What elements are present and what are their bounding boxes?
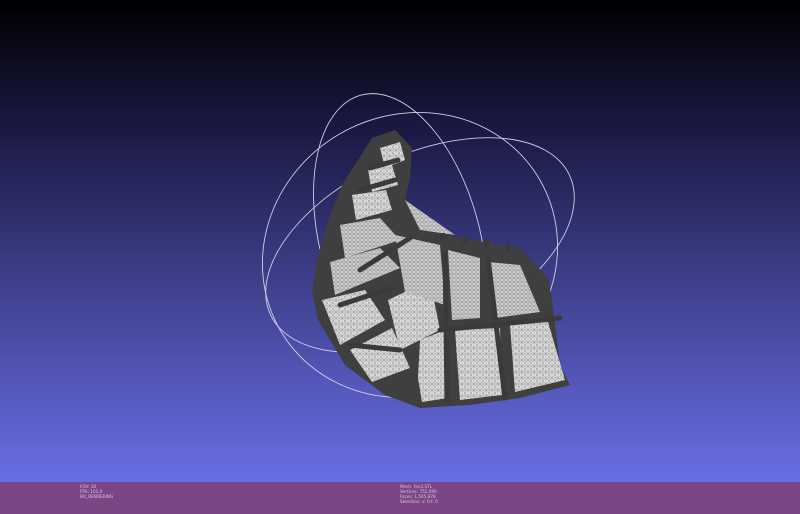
selection-label: Selection: v: 0 f: 0 <box>400 499 438 504</box>
fan-mesh-model[interactable] <box>312 130 570 408</box>
3d-viewport[interactable] <box>0 0 800 482</box>
status-bar: FOV: 30 FPS: 101.0 BO_RENDERING Mesh: fa… <box>0 482 800 514</box>
renderer-label: BO_RENDERING <box>80 494 114 499</box>
mesh-info: Mesh: fan2.STL Vertices: 752,090 Faces: … <box>400 484 438 504</box>
render-info: FOV: 30 FPS: 101.0 BO_RENDERING <box>80 484 113 499</box>
mesh-scene[interactable] <box>0 0 800 482</box>
